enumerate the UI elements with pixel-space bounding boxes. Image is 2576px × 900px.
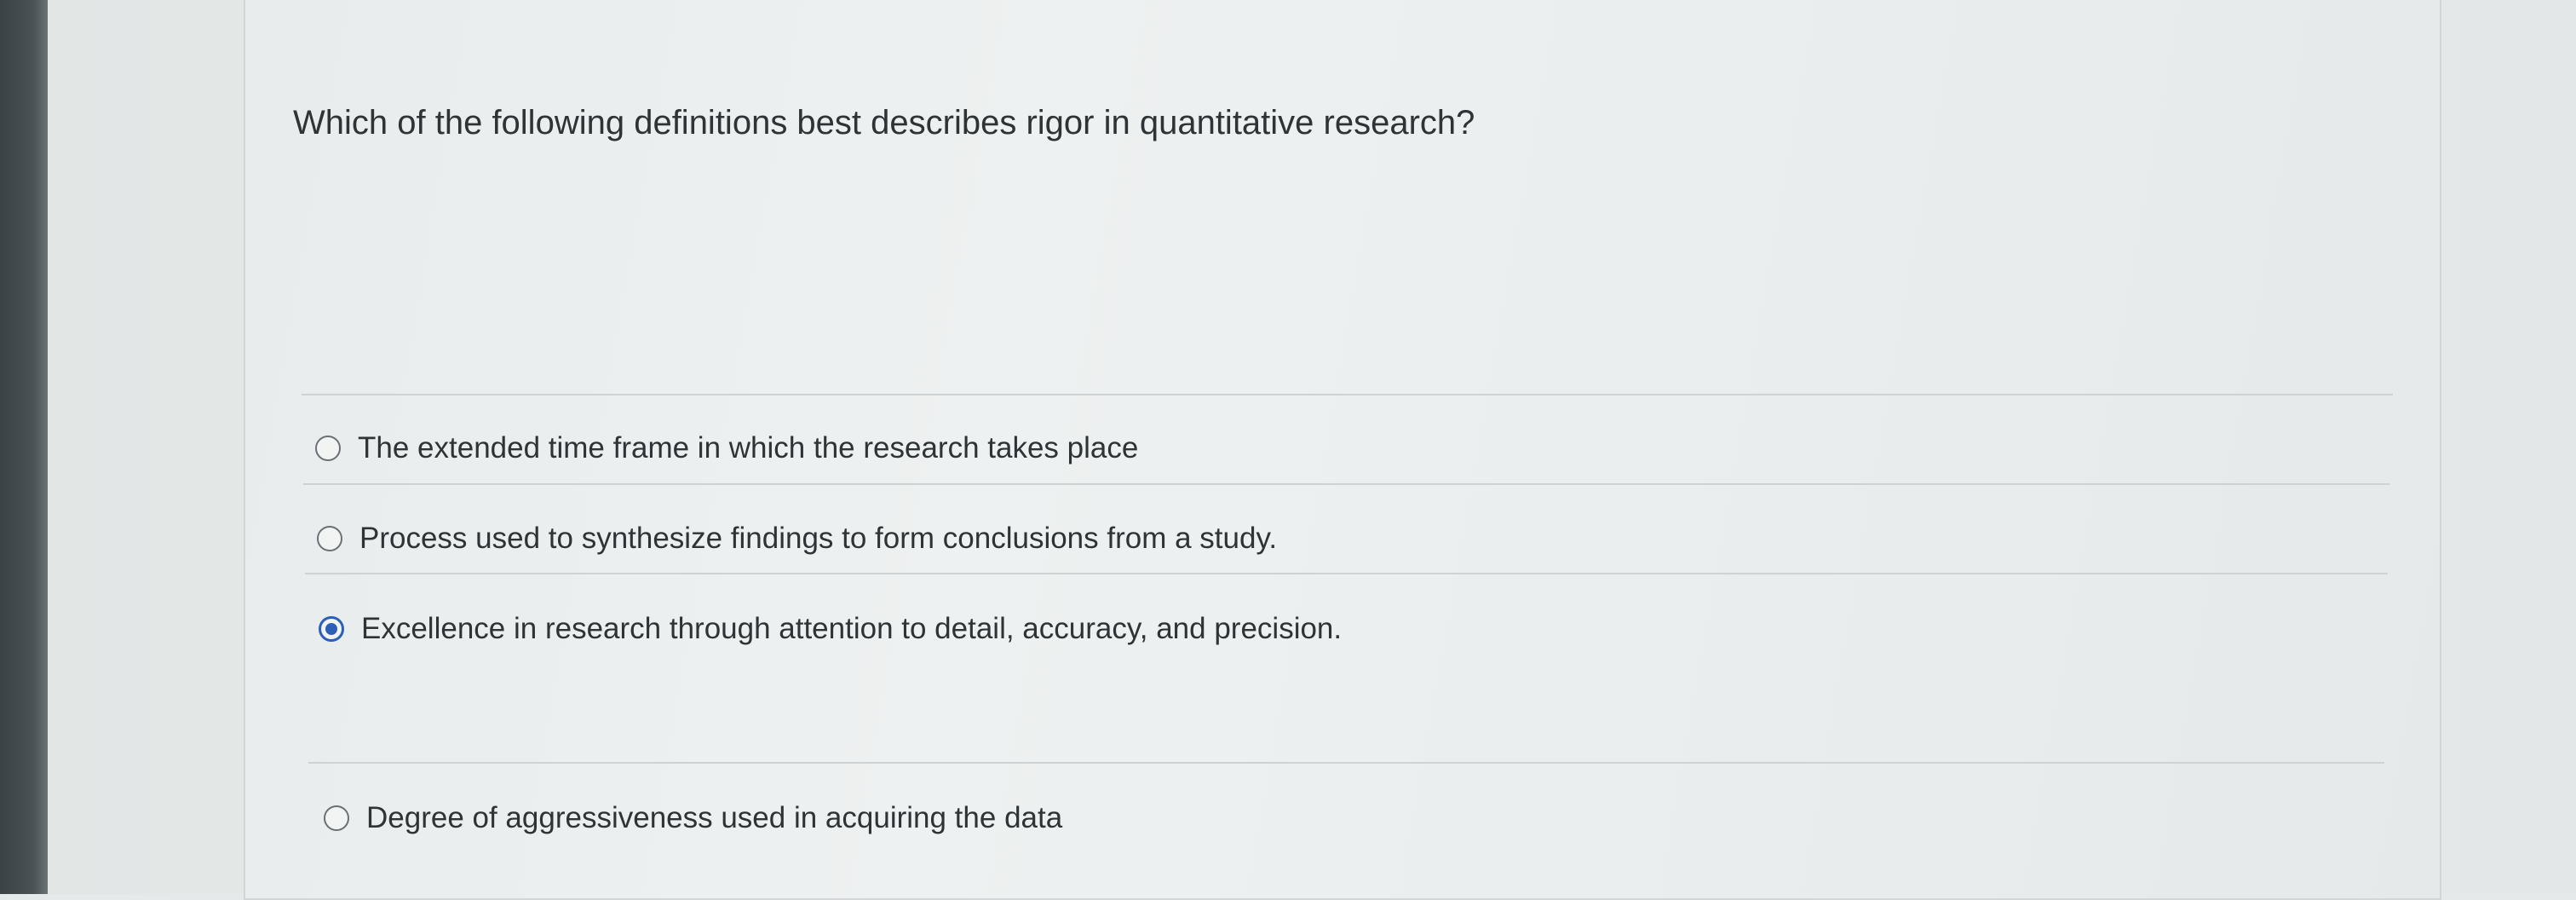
answer-option-label: Excellence in research through attention…: [361, 612, 1343, 645]
radio-button-unselected[interactable]: [317, 526, 342, 551]
radio-button-selected[interactable]: [319, 616, 344, 642]
option-divider: [305, 573, 2388, 574]
option-divider: [303, 483, 2389, 485]
question-text: Which of the following definitions best …: [293, 104, 1475, 141]
answer-option-1[interactable]: The extended time frame in which the res…: [315, 431, 1138, 465]
answer-option-4[interactable]: Degree of aggressiveness used in acquiri…: [324, 801, 1062, 835]
answer-option-label: The extended time frame in which the res…: [358, 431, 1139, 464]
answer-option-label: Degree of aggressiveness used in acquiri…: [366, 801, 1063, 834]
answer-option-2[interactable]: Process used to synthesize findings to f…: [317, 522, 1277, 556]
option-divider: [308, 762, 2384, 764]
answer-option-3[interactable]: Excellence in research through attention…: [319, 612, 1342, 646]
screen-edge: [0, 0, 48, 894]
radio-button-unselected[interactable]: [324, 805, 349, 831]
option-divider: [302, 394, 2393, 395]
answer-option-label: Process used to synthesize findings to f…: [359, 522, 1278, 555]
radio-button-unselected[interactable]: [315, 436, 341, 461]
